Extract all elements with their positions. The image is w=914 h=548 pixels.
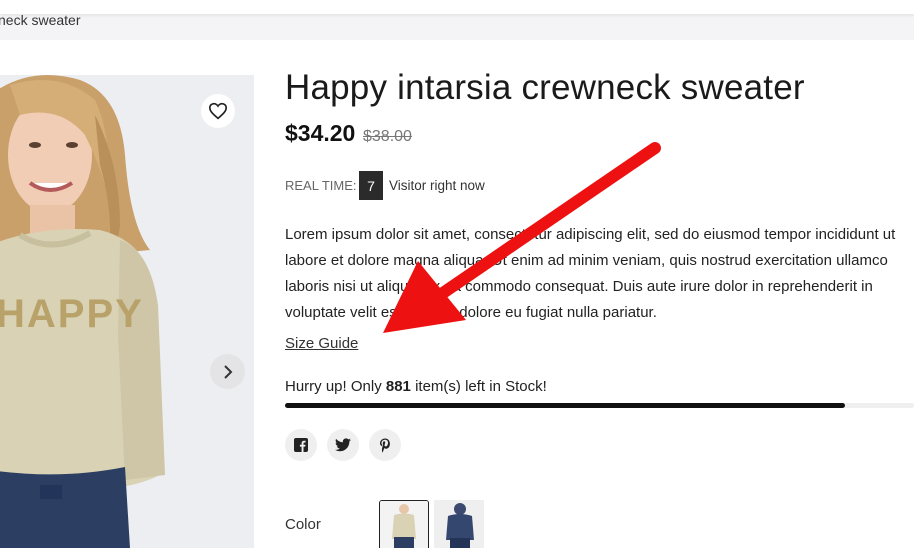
share-facebook-button[interactable] [285,429,317,461]
breadcrumb-current: neck sweater [0,12,81,28]
twitter-icon [335,438,351,452]
stock-progress-bar [285,403,914,408]
stock-prefix: Hurry up! Only [285,378,382,395]
stock-count: 881 [385,378,411,395]
svg-text:HAPPY: HAPPY [0,292,144,336]
share-pinterest-button[interactable] [369,429,401,461]
product-photo: HAPPY [0,75,165,548]
heart-icon [208,102,228,120]
share-twitter-button[interactable] [327,429,359,461]
realtime-label: REAL TIME: [285,178,357,193]
color-swatch-navy[interactable] [434,500,484,548]
size-guide-link[interactable]: Size Guide [285,335,358,352]
top-header-edge [0,0,914,14]
stock-suffix: item(s) left in Stock! [415,378,547,395]
product-gallery[interactable]: HAPPY [0,75,254,548]
swatch-navy-image [434,500,484,548]
pinterest-icon [380,438,390,453]
chevron-right-icon [223,364,232,379]
stock-progress-fill [285,403,845,408]
visitor-text: Visitor right now [389,178,485,193]
product-description: Lorem ipsum dolor sit amet, consectetur … [285,226,896,321]
color-swatch-beige[interactable] [379,500,429,548]
product-old-price: $38.00 [363,128,412,145]
facebook-icon [294,438,308,452]
color-label: Color [285,516,321,533]
stock-notice: Hurry up! Only 881 item(s) left in Stock… [285,378,547,395]
product-price: $34.20 [285,120,356,146]
product-title: Happy intarsia crewneck sweater [285,68,805,107]
next-image-button[interactable] [210,354,245,389]
wishlist-button[interactable] [201,94,235,128]
swatch-beige-image [380,501,428,548]
visitor-count-badge: 7 [359,171,383,200]
